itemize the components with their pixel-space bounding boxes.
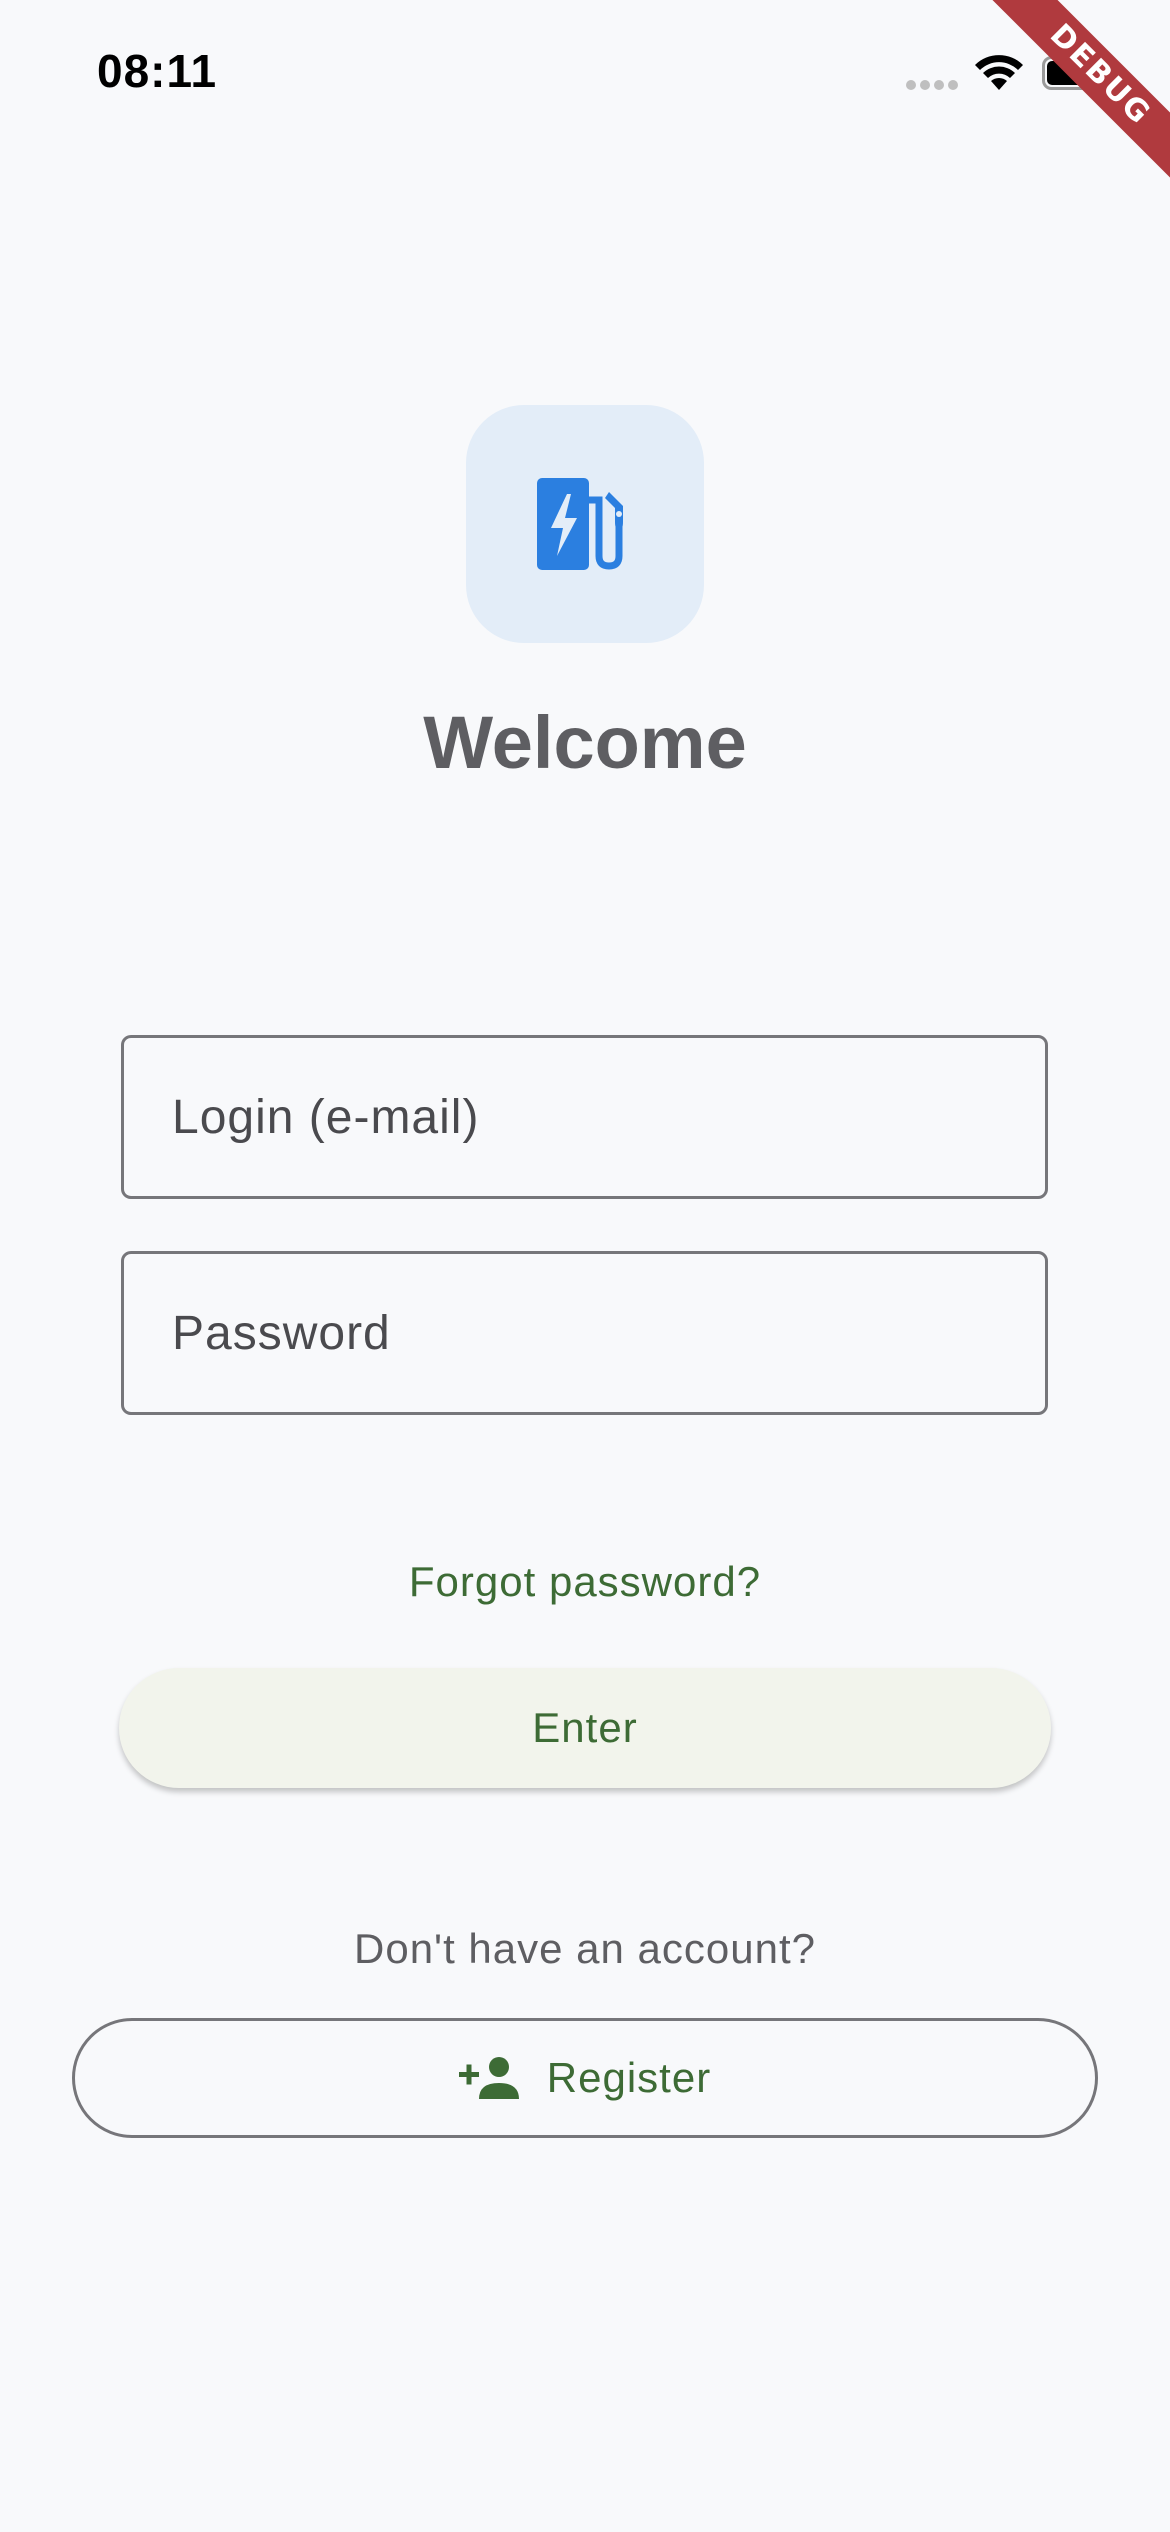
enter-button[interactable]: Enter [119, 1668, 1051, 1788]
status-bar: 08:11 [0, 0, 1170, 150]
battery-icon [1042, 56, 1110, 90]
status-time: 08:11 [97, 45, 218, 97]
wifi-icon [975, 55, 1023, 90]
account-prompt: Don't have an account? [354, 1925, 816, 1972]
password-field[interactable] [121, 1251, 1048, 1415]
cellular-signal-icon [906, 80, 958, 90]
email-field[interactable] [121, 1035, 1048, 1199]
app-logo [466, 405, 704, 643]
register-button[interactable]: Register [72, 2018, 1098, 2138]
enter-button-label: Enter [532, 1704, 638, 1751]
ev-charging-station-icon [537, 478, 623, 570]
person-add-icon [458, 2057, 519, 2099]
register-button-label: Register [546, 2054, 712, 2101]
welcome-title: Welcome [423, 701, 747, 784]
forgot-password-link[interactable]: Forgot password? [0, 1558, 1170, 1606]
